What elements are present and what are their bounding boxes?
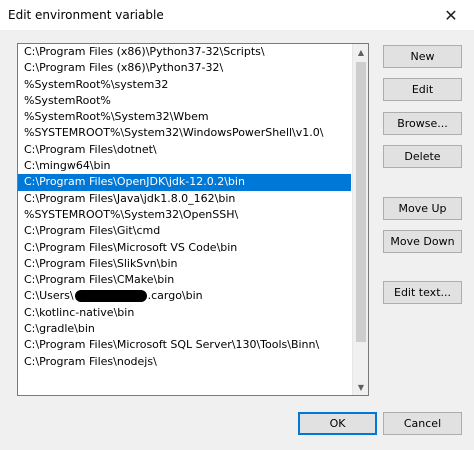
list-item-text: C:\Program Files\Java\jdk1.8.0_162\bin [24, 191, 236, 205]
title-bar: Edit environment variable ✕ [0, 0, 474, 30]
list-item-text: C:\Program Files\Git\cmd [24, 224, 161, 238]
list-item-text: %SystemRoot%\System32\Wbem [24, 110, 209, 124]
list-item-text: C:\mingw64\bin [24, 159, 111, 173]
list-item-text: %SYSTEMROOT%\System32\OpenSSH\ [24, 207, 239, 221]
list-item-text: C:\Program Files\SlikSvn\bin [24, 256, 178, 270]
list-item-text: C:\Program Files (x86)\Python37-32\Scrip… [24, 45, 265, 58]
edit-button[interactable]: Edit [383, 78, 462, 101]
close-icon[interactable]: ✕ [428, 0, 474, 30]
list-item[interactable]: C:\Program Files\OpenJDK\jdk-12.0.2\bin [18, 174, 351, 191]
list-item[interactable]: %SystemRoot%\System32\Wbem [18, 109, 351, 125]
list-item[interactable]: %SystemRoot%\system32 [18, 77, 351, 93]
list-item[interactable]: C:\Program Files\nodejs\ [18, 354, 351, 370]
list-item-text: C:\Program Files\Microsoft VS Code\bin [24, 240, 238, 254]
list-item-text: C:\gradle\bin [24, 322, 95, 336]
list-item[interactable]: C:\Users\ .cargo\bin [18, 288, 351, 304]
list-item[interactable]: C:\Program Files\CMake\bin [18, 272, 351, 288]
scroll-up-arrow-icon[interactable]: ▲ [353, 44, 368, 60]
list-item[interactable]: C:\kotlinc-native\bin [18, 305, 351, 321]
new-button[interactable]: New [383, 45, 462, 68]
list-item[interactable]: C:\Program Files\Java\jdk1.8.0_162\bin [18, 191, 351, 207]
delete-button[interactable]: Delete [383, 145, 462, 168]
browse-button[interactable]: Browse... [383, 112, 462, 135]
list-item-text: %SystemRoot% [24, 93, 111, 107]
list-item-text: C:\Program Files\OpenJDK\jdk-12.0.2\bin [24, 175, 245, 189]
list-item-text: C:\Program Files\Microsoft SQL Server\13… [24, 338, 320, 352]
move-up-button[interactable]: Move Up [383, 197, 462, 220]
list-item[interactable]: C:\Program Files\Microsoft SQL Server\13… [18, 337, 351, 353]
list-item[interactable]: C:\Program Files\SlikSvn\bin [18, 256, 351, 272]
cancel-button[interactable]: Cancel [383, 412, 462, 435]
move-down-button[interactable]: Move Down [383, 230, 462, 253]
vertical-scrollbar[interactable]: ▲ ▼ [352, 44, 368, 395]
window-title: Edit environment variable [8, 8, 164, 22]
list-item-suffix: .cargo\bin [147, 289, 203, 303]
path-listbox[interactable]: C:\Program Files (x86)\Python37-32\Scrip… [17, 43, 369, 396]
list-item[interactable]: C:\Program Files\Microsoft VS Code\bin [18, 240, 351, 256]
list-item[interactable]: C:\Program Files (x86)\Python37-32\Scrip… [18, 44, 351, 60]
list-item[interactable]: C:\Program Files\Git\cmd [18, 223, 351, 239]
list-item-text: C:\Program Files (x86)\Python37-32\ [24, 61, 224, 75]
list-item-text: C:\Users\ [24, 289, 74, 303]
list-item[interactable]: C:\gradle\bin [18, 321, 351, 337]
path-list: C:\Program Files (x86)\Python37-32\Scrip… [18, 44, 351, 370]
list-item-text: C:\Program Files\CMake\bin [24, 273, 175, 287]
list-item[interactable]: C:\mingw64\bin [18, 158, 351, 174]
list-item-text: C:\Program Files\dotnet\ [24, 142, 157, 156]
list-item[interactable]: C:\Program Files (x86)\Python37-32\ [18, 60, 351, 76]
list-item-text: %SYSTEMROOT%\System32\WindowsPowerShell\… [24, 126, 324, 140]
list-item[interactable]: C:\Program Files\dotnet\ [18, 142, 351, 158]
redaction-mark [74, 290, 147, 303]
edit-text-button[interactable]: Edit text... [383, 281, 462, 304]
list-item[interactable]: %SystemRoot% [18, 93, 351, 109]
scrollbar-thumb[interactable] [356, 62, 366, 342]
list-item[interactable]: %SYSTEMROOT%\System32\WindowsPowerShell\… [18, 125, 351, 141]
list-item-text: C:\Program Files\nodejs\ [24, 354, 157, 368]
ok-button[interactable]: OK [298, 412, 377, 435]
scroll-down-arrow-icon[interactable]: ▼ [353, 379, 368, 395]
list-item-text: C:\kotlinc-native\bin [24, 305, 135, 319]
list-item-text: %SystemRoot%\system32 [24, 77, 169, 91]
list-item[interactable]: %SYSTEMROOT%\System32\OpenSSH\ [18, 207, 351, 223]
